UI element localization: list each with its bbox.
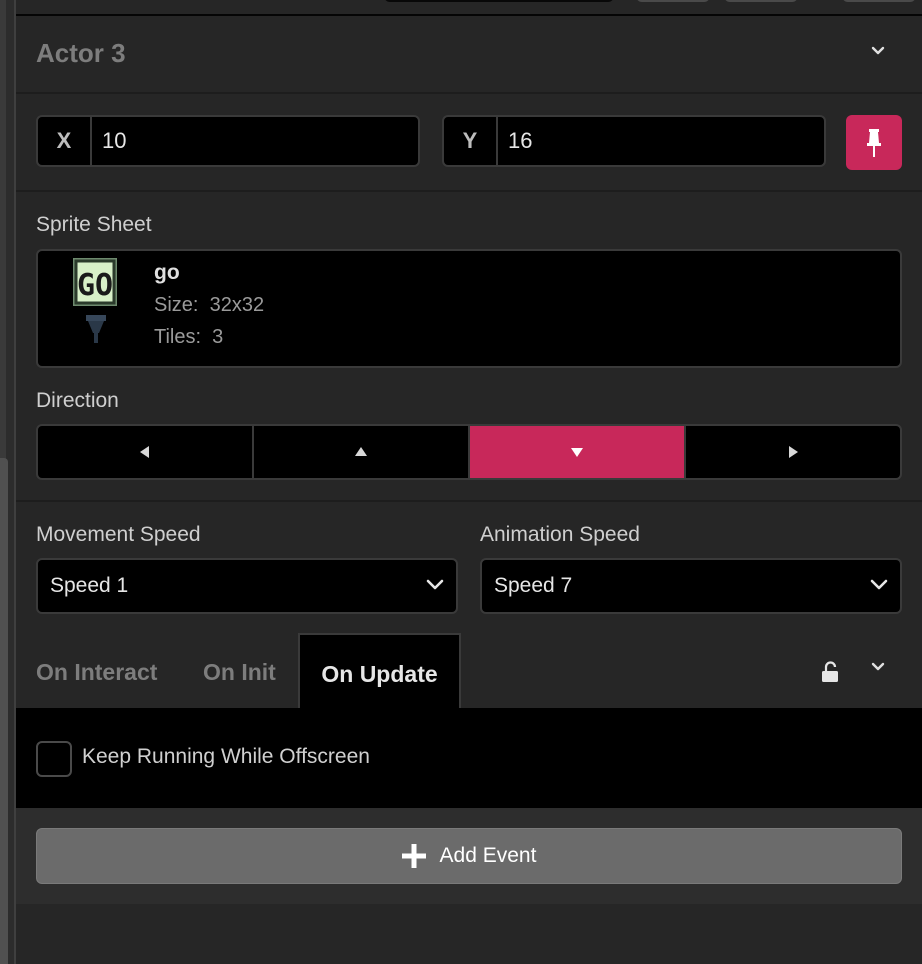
left-scrollbar[interactable] xyxy=(0,458,8,964)
sprite-size: Size: 32x32 xyxy=(154,294,264,317)
sprite-thumbnail-text: GO xyxy=(77,268,113,303)
tab-on-init[interactable]: On Init xyxy=(203,633,276,709)
sprite-size-value: 32x32 xyxy=(209,294,265,316)
sprite-sheet-selector[interactable]: GO go Size: 32x32 Tiles: 3 xyxy=(36,249,902,368)
panel-footer xyxy=(16,904,922,964)
triangle-right-icon xyxy=(789,446,798,458)
direction-selector xyxy=(36,424,902,480)
movement-speed-label: Movement Speed xyxy=(36,523,201,546)
divider xyxy=(16,190,922,192)
plus-icon xyxy=(401,844,426,868)
sprite-name: go xyxy=(154,261,180,284)
triangle-down-icon xyxy=(571,448,583,457)
script-tabs: On Interact On Init On Update xyxy=(16,633,922,709)
actor-name[interactable]: Actor 3 xyxy=(36,38,126,69)
chevron-down-icon[interactable] xyxy=(871,660,885,679)
sprite-size-label: Size: xyxy=(154,294,199,316)
direction-left-button[interactable] xyxy=(38,426,254,478)
triangle-up-icon xyxy=(355,447,367,456)
pin-button[interactable] xyxy=(846,115,902,170)
triangle-left-icon xyxy=(140,446,149,458)
direction-label: Direction xyxy=(36,389,119,412)
tab-on-update[interactable]: On Update xyxy=(298,633,461,709)
sprite-tiles: Tiles: 3 xyxy=(154,326,223,349)
chevron-down-icon[interactable] xyxy=(871,44,885,58)
direction-up-button[interactable] xyxy=(254,426,470,478)
movement-speed-value: Speed 1 xyxy=(50,574,129,597)
toolbar-button[interactable] xyxy=(842,0,916,2)
keep-running-checkbox[interactable] xyxy=(36,741,72,777)
pin-icon xyxy=(867,128,881,157)
add-event-label: Add Event xyxy=(439,844,537,867)
toolbar-button[interactable] xyxy=(636,0,710,2)
left-panel-edge xyxy=(0,0,14,964)
sprite-thumbnail: GO xyxy=(72,257,120,347)
top-toolbar xyxy=(16,0,922,16)
direction-right-button[interactable] xyxy=(686,426,900,478)
sprite-sheet-label: Sprite Sheet xyxy=(36,213,152,236)
keep-running-label[interactable]: Keep Running While Offscreen xyxy=(82,745,370,769)
direction-down-button[interactable] xyxy=(470,426,686,478)
y-value[interactable]: 16 xyxy=(508,117,532,165)
sprite-tiles-value: 3 xyxy=(212,326,224,348)
x-coordinate-field[interactable]: X 10 xyxy=(36,115,420,167)
animation-speed-label: Animation Speed xyxy=(480,523,640,546)
x-label: X xyxy=(38,117,92,165)
toolbar-input[interactable] xyxy=(384,0,614,2)
animation-speed-select[interactable]: Speed 7 xyxy=(480,558,902,614)
divider xyxy=(16,500,922,502)
x-value[interactable]: 10 xyxy=(102,117,126,165)
chevron-down-icon xyxy=(426,578,444,597)
y-coordinate-field[interactable]: Y 16 xyxy=(442,115,826,167)
y-label: Y xyxy=(444,117,498,165)
add-event-button[interactable]: Add Event xyxy=(36,828,902,884)
divider xyxy=(16,92,922,94)
chevron-down-icon xyxy=(870,578,888,597)
tab-on-interact[interactable]: On Interact xyxy=(36,633,157,709)
movement-speed-select[interactable]: Speed 1 xyxy=(36,558,458,614)
animation-speed-value: Speed 7 xyxy=(494,574,573,597)
lock-icon[interactable] xyxy=(821,661,839,688)
sprite-tiles-label: Tiles: xyxy=(154,326,202,348)
toolbar-button[interactable] xyxy=(724,0,798,2)
